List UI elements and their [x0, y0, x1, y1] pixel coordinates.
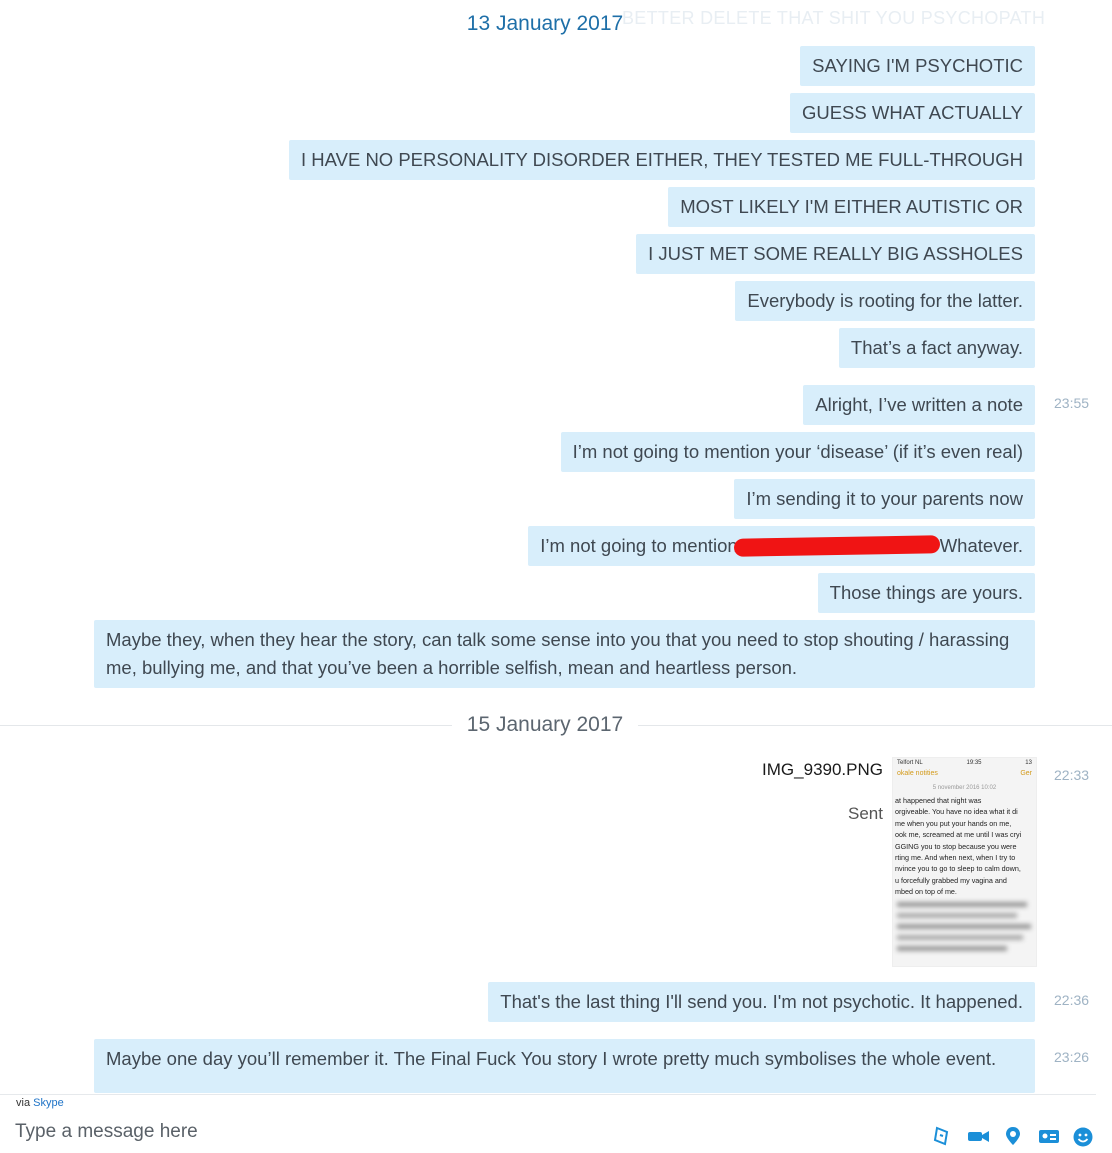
message-bubble[interactable]: MOST LIKELY I'M EITHER AUTISTIC OR	[668, 187, 1035, 227]
location-icon[interactable]	[1002, 1126, 1024, 1146]
date-header: 13 January 2017	[466, 12, 624, 35]
message-bubble[interactable]: Everybody is rooting for the latter.	[735, 281, 1035, 321]
message-timestamp: 23:55	[1054, 395, 1090, 411]
message-bubble[interactable]: I HAVE NO PERSONALITY DISORDER EITHER, T…	[289, 140, 1035, 180]
via-skype-label: via Skype	[16, 1097, 64, 1109]
message-timestamp: 22:36	[1054, 992, 1090, 1008]
message-bubble[interactable]: SAYING I'M PSYCHOTIC	[800, 46, 1035, 86]
message-bubble[interactable]: I’m sending it to your parents now	[734, 479, 1035, 519]
message-input[interactable]	[15, 1121, 815, 1143]
message-text-suffix: Whatever.	[939, 535, 1023, 556]
message-bubble[interactable]: I JUST MET SOME REALLY BIG ASSHOLES	[636, 234, 1035, 274]
thumb-title: okale notities Ger	[897, 770, 1032, 777]
message-bubble[interactable]: Maybe they, when they hear the story, ca…	[94, 620, 1035, 688]
attachment-status: Sent	[848, 804, 883, 823]
message-timestamp: 23:26	[1054, 1049, 1090, 1065]
message-bubble[interactable]: Those things are yours.	[817, 573, 1035, 613]
message-bubble[interactable]: GUESS WHAT ACTUALLY	[789, 93, 1035, 133]
message-bubble[interactable]: That’s a fact anyway.	[838, 328, 1035, 368]
thumb-status-bar: Telfort NL 19:35 13	[897, 760, 1032, 766]
message-bubble[interactable]: Maybe one day you’ll remember it. The Fi…	[94, 1039, 1035, 1093]
attachment-thumbnail[interactable]: Telfort NL 19:35 13 okale notities Ger 5…	[892, 757, 1037, 967]
message-timestamp: 22:33	[1054, 767, 1090, 783]
thumb-blurred-text	[897, 901, 1031, 951]
date-header: 15 January 2017	[466, 713, 624, 736]
video-message-icon[interactable]	[967, 1126, 989, 1146]
message-bubble[interactable]: Alright, I’ve written a note	[803, 385, 1035, 425]
contact-card-icon[interactable]	[1037, 1126, 1059, 1146]
message-bubble[interactable]: That's the last thing I'll send you. I'm…	[488, 982, 1035, 1022]
thumb-note-text: at happened that night was orgiveable. Y…	[893, 791, 1036, 963]
composer-divider	[0, 1094, 1096, 1095]
send-file-icon[interactable]	[932, 1126, 954, 1146]
message-bubble[interactable]: I’m not going to mention your ‘disease’ …	[560, 432, 1035, 472]
redaction-mark	[733, 535, 941, 557]
message-text: I’m not going to mention	[540, 535, 738, 556]
composer-toolbar	[932, 1126, 1094, 1147]
attachment-file-name[interactable]: IMG_9390.PNG	[762, 760, 883, 780]
skype-link[interactable]: Skype	[33, 1097, 64, 1109]
conversation-pane: BETTER DELETE THAT SHIT YOU PSYCHOPATH 1…	[0, 0, 1112, 1094]
emoticon-icon[interactable]	[1072, 1126, 1094, 1147]
